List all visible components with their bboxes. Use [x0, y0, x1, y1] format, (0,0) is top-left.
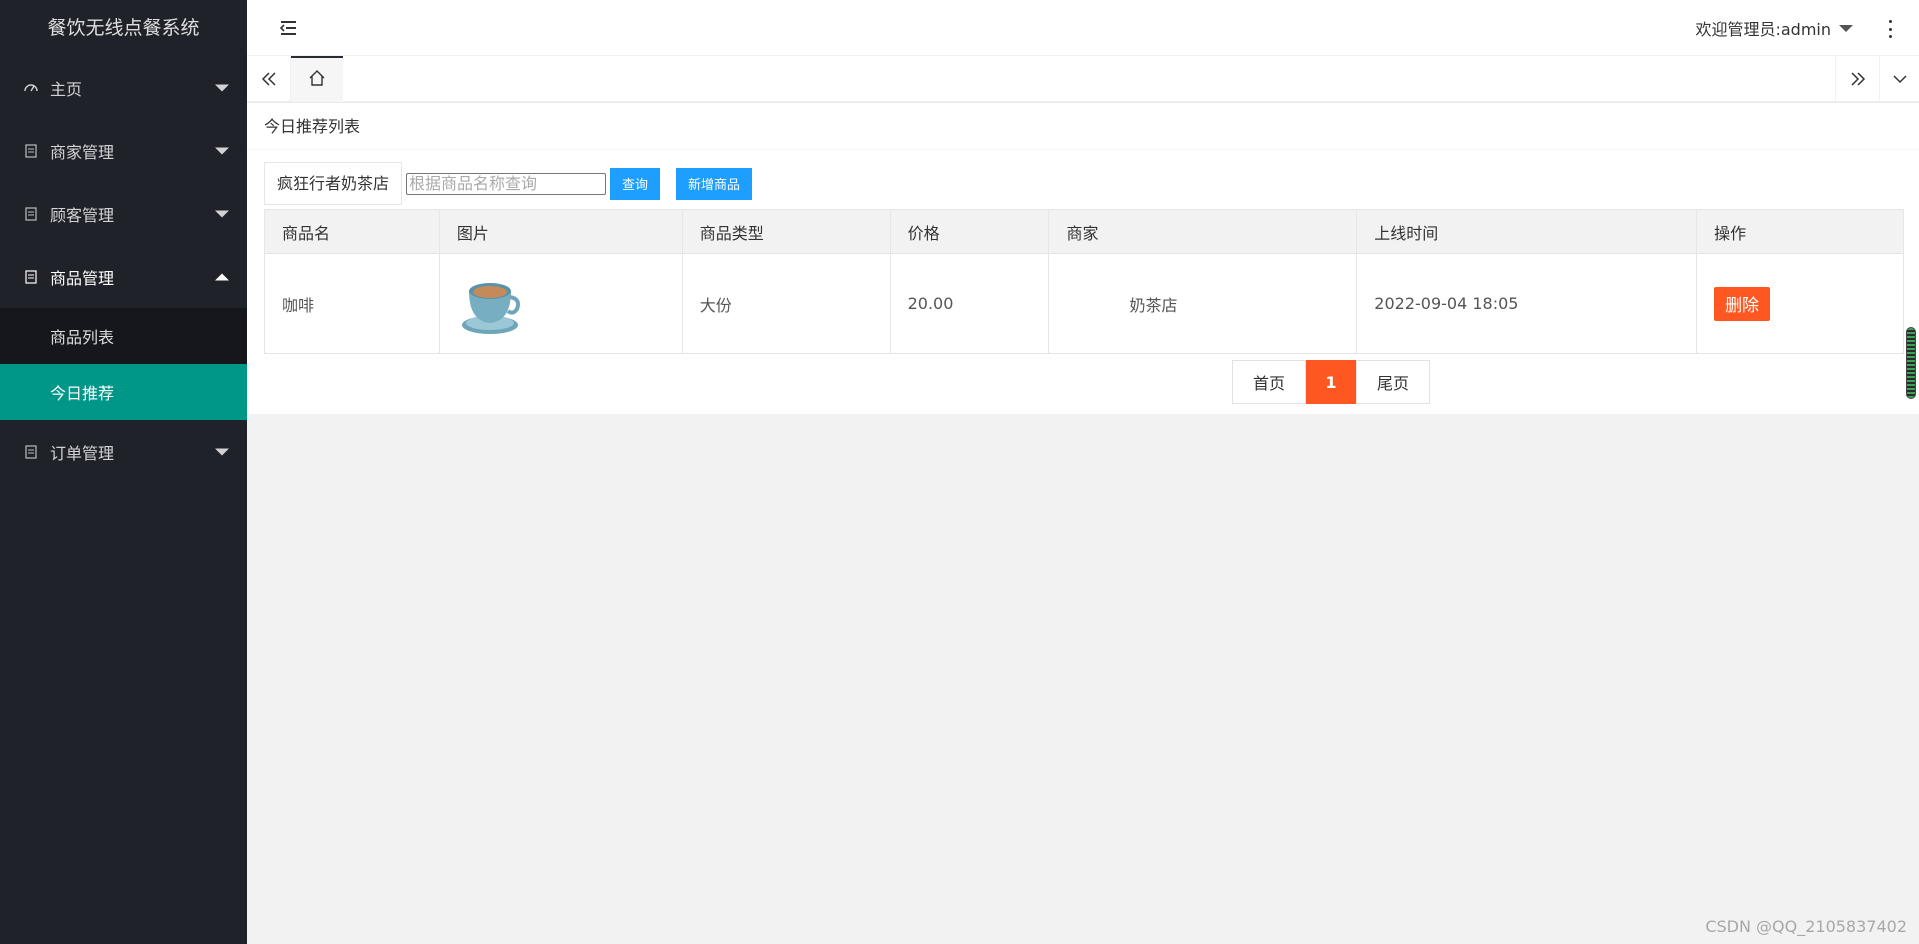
- table-header-row: 商品名 图片 商品类型 价格 商家 上线时间 操作: [264, 209, 1904, 254]
- shop-name-label: 疯狂行者奶茶店: [264, 162, 403, 205]
- search-input[interactable]: [406, 172, 607, 195]
- sidebar-item-merchants[interactable]: 商家管理: [0, 119, 247, 182]
- tab-home[interactable]: [291, 56, 343, 102]
- document-icon: [22, 142, 40, 160]
- sidebar-submenu-products: 商品列表 今日推荐: [0, 308, 247, 420]
- sidebar-item-label: 商家管理: [50, 142, 115, 162]
- column-header: 上线时间: [1356, 209, 1698, 254]
- sidebar-item-products[interactable]: 商品管理: [0, 245, 247, 308]
- column-header: 商品类型: [681, 209, 891, 254]
- user-welcome-text: 欢迎管理员:admin: [1695, 20, 1831, 39]
- cell-merchant: 奶茶店: [1048, 253, 1358, 354]
- pagination: 首页 1 尾页: [1232, 360, 1430, 404]
- menu-collapse-icon[interactable]: [279, 18, 299, 38]
- cell-product-type: 大份: [681, 253, 891, 354]
- cell-online-time: 2022-09-04 18:05: [1356, 253, 1698, 354]
- sidebar-subitem-product-list[interactable]: 商品列表: [0, 308, 247, 364]
- sidebar-item-orders[interactable]: 订单管理: [0, 420, 247, 483]
- document-icon: [22, 268, 40, 286]
- search-toolbar: 疯狂行者奶茶店 查询 新增商品: [264, 162, 753, 205]
- scrollbar[interactable]: [1906, 327, 1916, 399]
- content-card: 今日推荐列表 疯狂行者奶茶店 查询 新增商品 商品名 图片 商品类型 价格 商家…: [247, 103, 1919, 414]
- tab-scroll-right-icon[interactable]: [1835, 56, 1879, 102]
- pagination-current-page[interactable]: 1: [1306, 360, 1356, 404]
- cell-product-name: 咖啡: [264, 253, 440, 354]
- pagination-last[interactable]: 尾页: [1356, 360, 1430, 404]
- sidebar-item-label: 订单管理: [50, 443, 115, 463]
- chevron-down-icon: [215, 448, 229, 455]
- pagination-first[interactable]: 首页: [1232, 360, 1306, 404]
- cell-price: 20.00: [889, 253, 1050, 354]
- document-icon: [22, 205, 40, 223]
- chevron-up-icon: [215, 273, 229, 280]
- top-header: 欢迎管理员:admin: [247, 0, 1919, 56]
- delete-button[interactable]: 删除: [1714, 286, 1771, 321]
- page-title: 今日推荐列表: [247, 103, 1919, 150]
- sidebar: 餐饮无线点餐系统 主页 商家管理 顾客管理 商品管理 商品列表 今日推荐 订单管…: [0, 0, 247, 944]
- dashboard-icon: [22, 79, 40, 97]
- watermark: CSDN @QQ_2105837402: [1705, 917, 1907, 936]
- app-logo-title: 餐饮无线点餐系统: [47, 17, 200, 39]
- sidebar-item-label: 主页: [50, 79, 83, 99]
- sidebar-item-label: 商品管理: [50, 268, 115, 288]
- add-product-button[interactable]: 新增商品: [676, 167, 753, 200]
- column-header: 商品名: [264, 209, 440, 254]
- tab-menu-chevron-down-icon[interactable]: [1879, 56, 1919, 102]
- sidebar-subitem-today-recommend[interactable]: 今日推荐: [0, 364, 247, 420]
- cell-image: [438, 253, 683, 354]
- sidebar-item-customers[interactable]: 顾客管理: [0, 182, 247, 245]
- user-menu[interactable]: 欢迎管理员:admin: [1695, 0, 1853, 56]
- product-table: 商品名 图片 商品类型 价格 商家 上线时间 操作 咖啡 大份 20.00 奶茶…: [264, 209, 1904, 354]
- sidebar-item-label: 顾客管理: [50, 205, 115, 225]
- document-icon: [22, 443, 40, 461]
- table-row: 咖啡 大份 20.00 奶茶店 2022-09-04 18:05 删除: [264, 253, 1904, 354]
- query-button[interactable]: 查询: [610, 167, 661, 200]
- sidebar-item-home[interactable]: 主页: [0, 56, 247, 119]
- more-vertical-icon[interactable]: [1887, 20, 1893, 38]
- tab-bar: [247, 56, 1919, 102]
- home-icon: [308, 69, 326, 91]
- coffee-cup-image: [461, 282, 520, 334]
- cell-actions: 删除: [1696, 253, 1904, 354]
- chevron-down-icon: [215, 147, 229, 154]
- chevron-down-icon: [1839, 24, 1853, 32]
- chevron-down-icon: [215, 210, 229, 217]
- column-header: 图片: [438, 209, 683, 254]
- tab-scroll-left-icon[interactable]: [247, 56, 291, 102]
- column-header: 商家: [1048, 209, 1358, 254]
- column-header: 操作: [1696, 209, 1904, 254]
- chevron-down-icon: [215, 84, 229, 91]
- column-header: 价格: [889, 209, 1050, 254]
